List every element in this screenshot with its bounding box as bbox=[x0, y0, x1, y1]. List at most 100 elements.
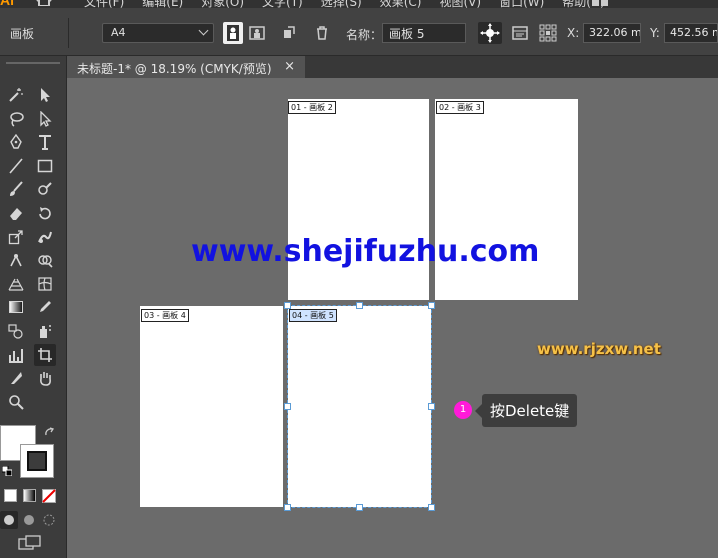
menu-file[interactable]: 文件(F) bbox=[84, 0, 124, 8]
delete-artboard-button[interactable] bbox=[312, 22, 332, 44]
resize-handle-s[interactable] bbox=[356, 504, 363, 511]
lasso-icon bbox=[10, 111, 24, 127]
tool-gradient[interactable] bbox=[5, 296, 27, 318]
tool-puppet-warp[interactable] bbox=[5, 249, 27, 271]
tool-perspective-grid[interactable] bbox=[5, 273, 27, 295]
move-with-artboard-button[interactable] bbox=[478, 22, 502, 44]
watermark-secondary: www.rjzxw.net bbox=[537, 340, 661, 358]
tool-direct-selection[interactable] bbox=[34, 108, 56, 130]
new-artboard-icon bbox=[284, 26, 295, 38]
tool-hand[interactable] bbox=[34, 367, 56, 389]
artboard-3[interactable] bbox=[435, 99, 578, 300]
panel-grip[interactable] bbox=[6, 62, 60, 64]
rotate-icon bbox=[39, 207, 51, 220]
y-input[interactable]: 452.56 mm bbox=[664, 23, 718, 43]
artboard-name-input[interactable]: 画板 5 bbox=[382, 23, 466, 43]
tools-panel bbox=[0, 56, 67, 558]
reference-point-icon bbox=[539, 24, 557, 42]
none-mode-icon[interactable] bbox=[42, 489, 56, 503]
menu-edit[interactable]: 编辑(E) bbox=[142, 0, 183, 8]
draw-behind-icon[interactable] bbox=[22, 513, 36, 527]
tool-symbol-sprayer[interactable] bbox=[34, 320, 56, 342]
tool-mesh[interactable] bbox=[34, 273, 56, 295]
new-artboard-button[interactable] bbox=[279, 22, 299, 44]
divider bbox=[68, 18, 69, 48]
tool-eraser[interactable] bbox=[5, 202, 27, 224]
tool-type[interactable] bbox=[34, 131, 56, 153]
document-tab[interactable]: 未标题-1* @ 18.19% (CMYK/预览) × bbox=[67, 56, 305, 78]
menu-items: 文件(F) 编辑(E) 对象(O) 文字(T) 选择(S) 效果(C) 视图(V… bbox=[84, 0, 605, 8]
resize-handle-se[interactable] bbox=[428, 504, 435, 511]
tool-lasso[interactable] bbox=[5, 108, 27, 130]
watermark-main: www.shejifuzhu.com bbox=[191, 234, 540, 269]
workspace-icon[interactable] bbox=[592, 0, 608, 6]
chevron-down-icon bbox=[198, 25, 209, 36]
tool-blob-brush[interactable] bbox=[34, 178, 56, 200]
artboard-label: 02 - 画板 3 bbox=[436, 101, 484, 114]
eyedropper-icon bbox=[40, 301, 51, 313]
tool-line[interactable] bbox=[5, 155, 27, 177]
mesh-icon bbox=[38, 277, 52, 291]
x-input[interactable]: 322.06 mm bbox=[583, 23, 641, 43]
app-logo: Ai bbox=[0, 0, 14, 8]
reference-point-button[interactable] bbox=[538, 22, 558, 44]
tool-magic-wand[interactable] bbox=[5, 84, 27, 106]
screen-mode-icon[interactable] bbox=[18, 535, 42, 551]
magic-wand-icon bbox=[9, 88, 23, 102]
stroke-swatch[interactable] bbox=[20, 444, 54, 478]
artboard-options-button[interactable] bbox=[510, 22, 530, 44]
tool-selection[interactable] bbox=[34, 84, 56, 106]
symbol-sprayer-icon bbox=[40, 325, 51, 338]
pen-icon bbox=[10, 134, 22, 149]
home-icon[interactable] bbox=[36, 0, 52, 6]
artboard-label: 03 - 画板 4 bbox=[141, 309, 189, 322]
canvas[interactable]: 01 - 画板 2 02 - 画板 3 03 - 画板 4 04 - 画板 5 … bbox=[67, 78, 718, 558]
resize-handle-nw[interactable] bbox=[284, 302, 291, 309]
tool-rotate[interactable] bbox=[34, 202, 56, 224]
menu-window[interactable]: 窗口(W) bbox=[499, 0, 544, 8]
artboard-icon bbox=[38, 347, 52, 362]
resize-handle-w[interactable] bbox=[284, 403, 291, 410]
tool-artboard[interactable] bbox=[34, 343, 56, 366]
landscape-button[interactable] bbox=[247, 22, 267, 44]
tool-pen[interactable] bbox=[5, 131, 27, 153]
swap-icon[interactable] bbox=[44, 427, 56, 439]
landscape-icon bbox=[249, 26, 265, 40]
menu-view[interactable]: 视图(V) bbox=[439, 0, 481, 8]
tool-rectangle[interactable] bbox=[34, 155, 56, 177]
hand-icon bbox=[40, 372, 51, 386]
default-colors-icon[interactable] bbox=[2, 466, 12, 476]
close-icon[interactable]: × bbox=[284, 59, 295, 74]
menu-effect[interactable]: 效果(C) bbox=[380, 0, 422, 8]
selection-icon bbox=[41, 88, 50, 102]
artboard-4[interactable] bbox=[140, 306, 283, 507]
type-icon bbox=[39, 135, 51, 151]
gradient-mode-button[interactable] bbox=[23, 489, 36, 502]
resize-handle-sw[interactable] bbox=[284, 504, 291, 511]
color-mode-button[interactable] bbox=[4, 489, 17, 502]
zoom-icon bbox=[9, 394, 24, 410]
tool-graph[interactable] bbox=[5, 344, 27, 366]
portrait-button[interactable] bbox=[223, 22, 243, 44]
draw-inside-icon[interactable] bbox=[42, 513, 56, 527]
artboard-2[interactable] bbox=[288, 99, 429, 300]
menu-select[interactable]: 选择(S) bbox=[321, 0, 362, 8]
artboard-options-icon bbox=[512, 26, 528, 40]
menu-object[interactable]: 对象(O) bbox=[201, 0, 244, 8]
tool-paintbrush[interactable] bbox=[5, 178, 27, 200]
tool-warp[interactable] bbox=[34, 226, 56, 248]
tool-zoom[interactable] bbox=[5, 391, 27, 413]
menu-type[interactable]: 文字(T) bbox=[262, 0, 303, 8]
draw-normal-button[interactable] bbox=[0, 511, 18, 529]
tool-eyedropper[interactable] bbox=[34, 296, 56, 318]
tool-slice[interactable] bbox=[5, 367, 27, 389]
preset-select[interactable]: A4 bbox=[102, 23, 214, 43]
tool-scale[interactable] bbox=[5, 226, 27, 248]
tool-blend[interactable] bbox=[5, 320, 27, 342]
resize-handle-n[interactable] bbox=[356, 302, 363, 309]
rectangle-icon bbox=[37, 159, 53, 173]
x-label: X: bbox=[567, 26, 580, 40]
tool-shape-builder[interactable] bbox=[34, 249, 56, 271]
resize-handle-ne[interactable] bbox=[428, 302, 435, 309]
resize-handle-e[interactable] bbox=[428, 403, 435, 410]
